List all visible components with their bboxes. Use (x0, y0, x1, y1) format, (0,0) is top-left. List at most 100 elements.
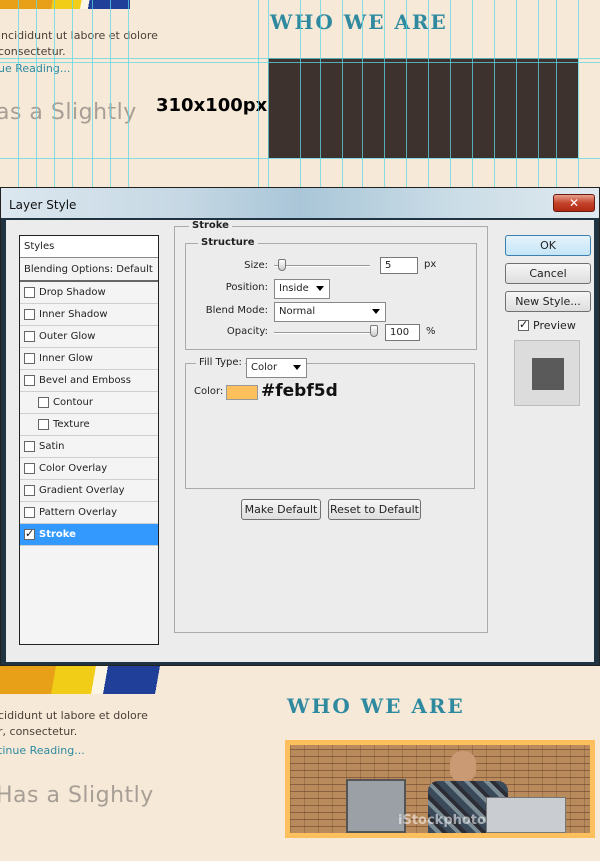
pattern-overlay-checkbox[interactable] (24, 507, 35, 518)
blend-mode-label: Blend Mode: (205, 305, 268, 316)
bevel-emboss-checkbox[interactable] (24, 375, 35, 386)
opacity-unit: % (426, 326, 436, 337)
style-item-contour[interactable]: Contour (20, 392, 158, 414)
style-item-texture[interactable]: Texture (20, 414, 158, 436)
size-slider-track[interactable] (274, 265, 370, 267)
blend-mode-value: Normal (279, 306, 316, 317)
drop-shadow-checkbox[interactable] (24, 287, 35, 298)
slightly-headline-top: as a Slightly (0, 100, 137, 125)
style-item-label: Color Overlay (39, 463, 108, 474)
style-item-pattern-overlay[interactable]: Pattern Overlay (20, 502, 158, 524)
fill-type-group: Fill Type: Color Color: #febf5d (185, 357, 475, 489)
satin-checkbox[interactable] (24, 441, 35, 452)
top-mockup: WHO WE ARE incididunt ut labore et dolor… (0, 0, 600, 187)
styles-header[interactable]: Styles (20, 236, 158, 258)
texture-checkbox[interactable] (38, 419, 49, 430)
size-input[interactable]: 5 (380, 257, 418, 274)
fill-type-select[interactable]: Color (246, 358, 307, 378)
style-item-inner-glow[interactable]: Inner Glow (20, 348, 158, 370)
style-item-outer-glow[interactable]: Outer Glow (20, 326, 158, 348)
opacity-slider-thumb[interactable] (370, 325, 378, 337)
continue-reading-link-bottom[interactable]: tinue Reading... (0, 744, 85, 757)
lorem-line2-top: consectetur. (0, 45, 66, 58)
dialog-title: Layer Style (9, 198, 77, 212)
stroke-color-swatch[interactable] (226, 385, 258, 400)
who-we-are-heading-bottom: WHO WE ARE (287, 694, 465, 718)
guide-line (0, 58, 600, 59)
chevron-down-icon (293, 365, 301, 370)
close-icon[interactable]: ✕ (553, 194, 595, 212)
preview-label: Preview (533, 319, 576, 332)
style-item-color-overlay[interactable]: Color Overlay (20, 458, 158, 480)
layer-style-dialog: Layer Style ✕ Styles Blending Options: D… (0, 187, 600, 666)
inner-glow-checkbox[interactable] (24, 353, 35, 364)
guide-line (0, 62, 600, 63)
chevron-down-icon (372, 309, 380, 314)
who-we-are-heading-top: WHO WE ARE (270, 10, 448, 34)
opacity-input[interactable]: 100 (385, 324, 420, 341)
photo-watermark: iStockphoto (398, 813, 486, 828)
size-annotation: 310x100px (156, 95, 268, 116)
position-select[interactable]: Inside (274, 279, 330, 299)
style-item-stroke[interactable]: Stroke (20, 524, 158, 546)
monitor-shape (346, 779, 406, 833)
style-item-inner-shadow[interactable]: Inner Shadow (20, 304, 158, 326)
new-style-button[interactable]: New Style... (505, 291, 591, 312)
opacity-slider-track[interactable] (274, 332, 376, 334)
style-item-label: Texture (53, 419, 90, 430)
structure-group-title: Structure (198, 237, 258, 248)
style-item-label: Contour (53, 397, 93, 408)
style-item-satin[interactable]: Satin (20, 436, 158, 458)
cancel-button[interactable]: Cancel (505, 263, 591, 284)
style-item-drop-shadow[interactable]: Drop Shadow (20, 282, 158, 304)
color-label: Color: (194, 386, 224, 397)
style-preview-thumbnail (514, 340, 580, 406)
inner-shadow-checkbox[interactable] (24, 309, 35, 320)
bottom-banner-stripe (0, 666, 195, 694)
placeholder-box (268, 58, 578, 158)
style-item-label: Gradient Overlay (39, 485, 125, 496)
style-item-gradient-overlay[interactable]: Gradient Overlay (20, 480, 158, 502)
size-slider-thumb[interactable] (278, 259, 286, 271)
bottom-mockup: WHO WE ARE cididunt ut labore et dolore … (0, 666, 600, 861)
style-item-label: Outer Glow (39, 331, 96, 342)
opacity-label: Opacity: (226, 326, 268, 337)
size-unit: px (424, 259, 437, 270)
style-item-label: Satin (39, 441, 65, 452)
person-head (450, 751, 476, 781)
color-overlay-checkbox[interactable] (24, 463, 35, 474)
guide-line (0, 158, 600, 159)
preview-square (532, 358, 564, 390)
office-photo: iStockphoto (290, 745, 590, 833)
outer-glow-checkbox[interactable] (24, 331, 35, 342)
laptop-shape (486, 797, 566, 833)
make-default-button[interactable]: Make Default (241, 499, 321, 520)
ok-button[interactable]: OK (505, 235, 591, 256)
stroke-panel: Stroke Structure Size: 5 px Position: In… (174, 220, 488, 633)
fill-type-label: Fill Type: (196, 357, 245, 368)
stroke-checkbox[interactable] (24, 527, 35, 540)
style-item-bevel-emboss[interactable]: Bevel and Emboss (20, 370, 158, 392)
styles-list: Styles Blending Options: Default Drop Sh… (19, 235, 159, 645)
preview-toggle[interactable]: Preview (518, 318, 576, 332)
stroke-group-title: Stroke (189, 220, 232, 231)
preview-checkbox[interactable] (518, 318, 529, 331)
framed-photo: iStockphoto (285, 740, 595, 838)
color-hex-annotation: #febf5d (261, 381, 338, 401)
blending-options-item[interactable]: Blending Options: Default (20, 258, 158, 282)
structure-group: Structure Size: 5 px Position: Inside Bl… (185, 237, 477, 350)
gradient-overlay-checkbox[interactable] (24, 485, 35, 496)
style-item-label: Bevel and Emboss (39, 375, 131, 386)
style-item-label: Inner Shadow (39, 309, 108, 320)
dialog-client-area: Styles Blending Options: Default Drop Sh… (6, 220, 594, 662)
lorem-line1-bottom: cididunt ut labore et dolore (0, 709, 148, 722)
style-item-label: Inner Glow (39, 353, 93, 364)
blend-mode-select[interactable]: Normal (274, 302, 386, 322)
dialog-titlebar[interactable]: Layer Style ✕ (1, 188, 599, 218)
contour-checkbox[interactable] (38, 397, 49, 408)
reset-to-default-button[interactable]: Reset to Default (328, 499, 421, 520)
style-item-label: Drop Shadow (39, 287, 106, 298)
slightly-headline-bottom: Has a Slightly (0, 783, 154, 808)
position-value: Inside (279, 283, 309, 294)
size-label: Size: (244, 260, 268, 271)
